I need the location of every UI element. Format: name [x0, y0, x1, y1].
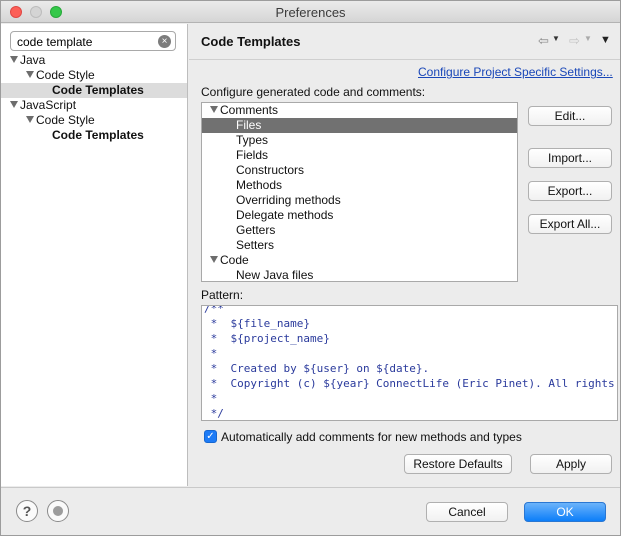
- back-dropdown-icon[interactable]: ▼: [552, 34, 560, 43]
- restore-defaults-button[interactable]: Restore Defaults: [404, 454, 512, 474]
- expand-triangle-icon[interactable]: [210, 256, 218, 264]
- preference-tree-label: Java: [20, 53, 46, 67]
- pattern-text[interactable]: /** * ${file_name} * ${project_name} * *…: [204, 306, 617, 420]
- cancel-button[interactable]: Cancel: [426, 502, 508, 522]
- template-item[interactable]: New Java files: [202, 268, 517, 282]
- filter-input[interactable]: [17, 34, 157, 49]
- preference-navigation-pane: × JavaCode StyleCode TemplatesJavaScript…: [1, 24, 188, 486]
- preference-tree-label: Code Templates: [52, 128, 144, 142]
- apply-button[interactable]: Apply: [530, 454, 612, 474]
- back-icon[interactable]: ⇦: [538, 33, 549, 49]
- template-item[interactable]: Methods: [202, 178, 517, 193]
- template-item[interactable]: Fields: [202, 148, 517, 163]
- template-item[interactable]: Files: [202, 118, 517, 133]
- filter-field[interactable]: ×: [10, 31, 176, 51]
- page-title: Code Templates: [201, 34, 301, 49]
- expand-triangle-icon[interactable]: [26, 116, 34, 124]
- template-item-label: Getters: [236, 223, 276, 237]
- expand-triangle-icon[interactable]: [210, 106, 218, 114]
- auto-comments-label: Automatically add comments for new metho…: [221, 430, 522, 444]
- preferences-window: Preferences × JavaCode StyleCode Templat…: [0, 0, 621, 536]
- forward-dropdown-icon[interactable]: ▼: [584, 34, 592, 43]
- preference-tree-item[interactable]: Code Style: [1, 113, 187, 128]
- template-item-label: Overriding methods: [236, 193, 341, 207]
- import-button[interactable]: Import...: [528, 148, 612, 168]
- template-group-item[interactable]: Code: [202, 253, 517, 268]
- template-item[interactable]: Overriding methods: [202, 193, 517, 208]
- template-item[interactable]: Getters: [202, 223, 517, 238]
- preference-tree-item[interactable]: Code Templates: [1, 83, 187, 98]
- template-item-label: Comments: [220, 103, 279, 117]
- preference-tree-item[interactable]: Java: [1, 53, 187, 68]
- forward-icon[interactable]: ⇨: [569, 33, 580, 49]
- preference-tree-item[interactable]: Code Style: [1, 68, 187, 83]
- template-item-label: Code: [220, 253, 249, 267]
- template-item[interactable]: Types: [202, 133, 517, 148]
- template-item-label: Fields: [236, 148, 269, 162]
- template-item-label: Delegate methods: [236, 208, 334, 222]
- ok-button[interactable]: OK: [524, 502, 606, 522]
- dialog-button-bar: ? Cancel OK: [1, 487, 620, 535]
- pattern-editor[interactable]: /** * ${file_name} * ${project_name} * *…: [201, 305, 618, 421]
- preference-tree-item[interactable]: JavaScript: [1, 98, 187, 113]
- record-dot-icon: [53, 506, 63, 516]
- template-item-label: Files: [236, 118, 262, 132]
- export-button[interactable]: Export...: [528, 181, 612, 201]
- code-templates-page: Code Templates ⇦ ▼ ⇨ ▼ ▼ Configure Proje…: [189, 24, 620, 486]
- template-item-label: Setters: [236, 238, 275, 252]
- export-all-button[interactable]: Export All...: [528, 214, 612, 234]
- edit-button[interactable]: Edit...: [528, 106, 612, 126]
- template-tree[interactable]: Comments Files Types Fields Constructors Meth…: [201, 102, 518, 282]
- template-item-label: Types: [236, 133, 269, 147]
- template-group-item[interactable]: Comments: [202, 103, 517, 118]
- clear-filter-icon[interactable]: ×: [158, 35, 171, 48]
- expand-triangle-icon[interactable]: [26, 71, 34, 79]
- preference-tree-label: JavaScript: [20, 98, 77, 112]
- template-item[interactable]: Delegate methods: [202, 208, 517, 223]
- template-item-label: New Java files: [236, 268, 314, 282]
- title-bar[interactable]: Preferences: [1, 1, 620, 23]
- template-item-label: Constructors: [236, 163, 305, 177]
- preference-tree-item[interactable]: Code Templates: [1, 128, 187, 143]
- expand-triangle-icon[interactable]: [10, 101, 18, 109]
- record-icon[interactable]: [47, 500, 69, 522]
- preference-tree-label: Code Style: [36, 113, 95, 127]
- preference-tree: Java Code Style Code Templates JavaScript Co…: [1, 53, 187, 143]
- auto-comments-checkbox[interactable]: ✓: [204, 430, 217, 443]
- view-menu-icon[interactable]: ▼: [600, 34, 611, 46]
- configure-label: Configure generated code and comments:: [201, 85, 426, 99]
- help-icon[interactable]: ?: [16, 500, 38, 522]
- window-title: Preferences: [275, 5, 346, 20]
- template-item[interactable]: Constructors: [202, 163, 517, 178]
- expand-triangle-icon[interactable]: [10, 56, 18, 64]
- configure-project-settings-link[interactable]: Configure Project Specific Settings...: [418, 65, 613, 79]
- preference-tree-label: Code Templates: [52, 83, 144, 97]
- header-divider: [189, 59, 620, 60]
- preference-tree-label: Code Style: [36, 68, 95, 82]
- pattern-label: Pattern:: [201, 288, 244, 302]
- template-item[interactable]: Setters: [202, 238, 517, 253]
- template-item-label: Methods: [236, 178, 283, 192]
